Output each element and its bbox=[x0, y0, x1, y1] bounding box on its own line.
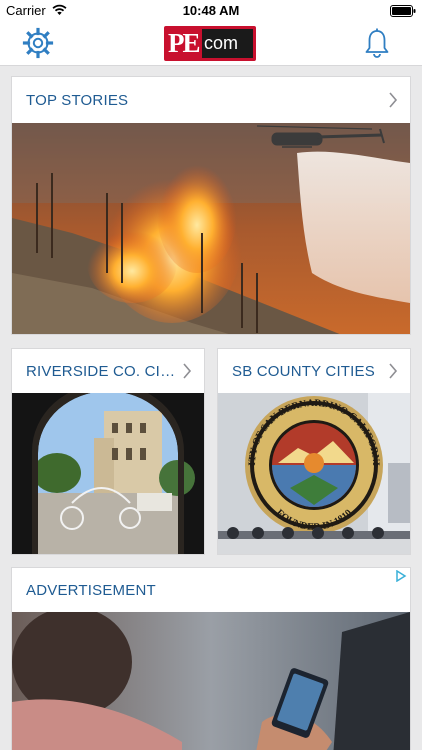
status-bar: Carrier 10:48 AM bbox=[0, 0, 422, 22]
chevron-right-icon bbox=[182, 363, 192, 384]
logo-com-box: com bbox=[202, 29, 253, 58]
sb-county-cities-title: SB COUNTY CITIES bbox=[232, 363, 375, 380]
chevron-right-icon bbox=[388, 92, 398, 113]
riverside-cities-header[interactable]: RIVERSIDE CO. CITIES bbox=[12, 349, 204, 393]
riverside-arch-photo[interactable] bbox=[12, 393, 204, 555]
gear-icon bbox=[22, 27, 54, 59]
logo-com-text: com bbox=[204, 33, 239, 53]
advertisement-header: ADVERTISEMENT bbox=[12, 568, 410, 612]
advertisement-photo[interactable] bbox=[12, 612, 410, 750]
bell-icon bbox=[365, 28, 389, 58]
notifications-button[interactable] bbox=[362, 27, 392, 59]
adchoices-icon[interactable] bbox=[395, 569, 407, 587]
chevron-right-icon bbox=[388, 363, 398, 384]
settings-button[interactable] bbox=[22, 27, 54, 59]
top-stories-card[interactable]: TOP STORIES bbox=[11, 76, 411, 335]
nav-bar: PE com bbox=[0, 22, 422, 66]
pe-com-logo[interactable]: PE com bbox=[164, 26, 256, 61]
advertisement-title: ADVERTISEMENT bbox=[26, 582, 156, 599]
logo-pe-text: PE bbox=[168, 28, 200, 58]
wildfire-photo[interactable] bbox=[12, 123, 410, 335]
status-time: 10:48 AM bbox=[182, 3, 240, 18]
riverside-cities-title: RIVERSIDE CO. CITIES bbox=[26, 363, 176, 380]
sb-county-seal-photo[interactable]: CITY OF SAN BERNARDINO CALIFORNIA FOUNDE… bbox=[218, 393, 410, 555]
top-stories-header[interactable]: TOP STORIES bbox=[12, 77, 410, 123]
advertisement-card[interactable]: ADVERTISEMENT bbox=[11, 567, 411, 750]
top-stories-title: TOP STORIES bbox=[26, 92, 129, 109]
battery-icon bbox=[390, 5, 416, 20]
sb-county-cities-card[interactable]: SB COUNTY CITIES CITY OF SAN BERNARDINO … bbox=[217, 348, 411, 555]
riverside-cities-card[interactable]: RIVERSIDE CO. CITIES bbox=[11, 348, 205, 555]
sb-county-cities-header[interactable]: SB COUNTY CITIES bbox=[218, 349, 410, 393]
